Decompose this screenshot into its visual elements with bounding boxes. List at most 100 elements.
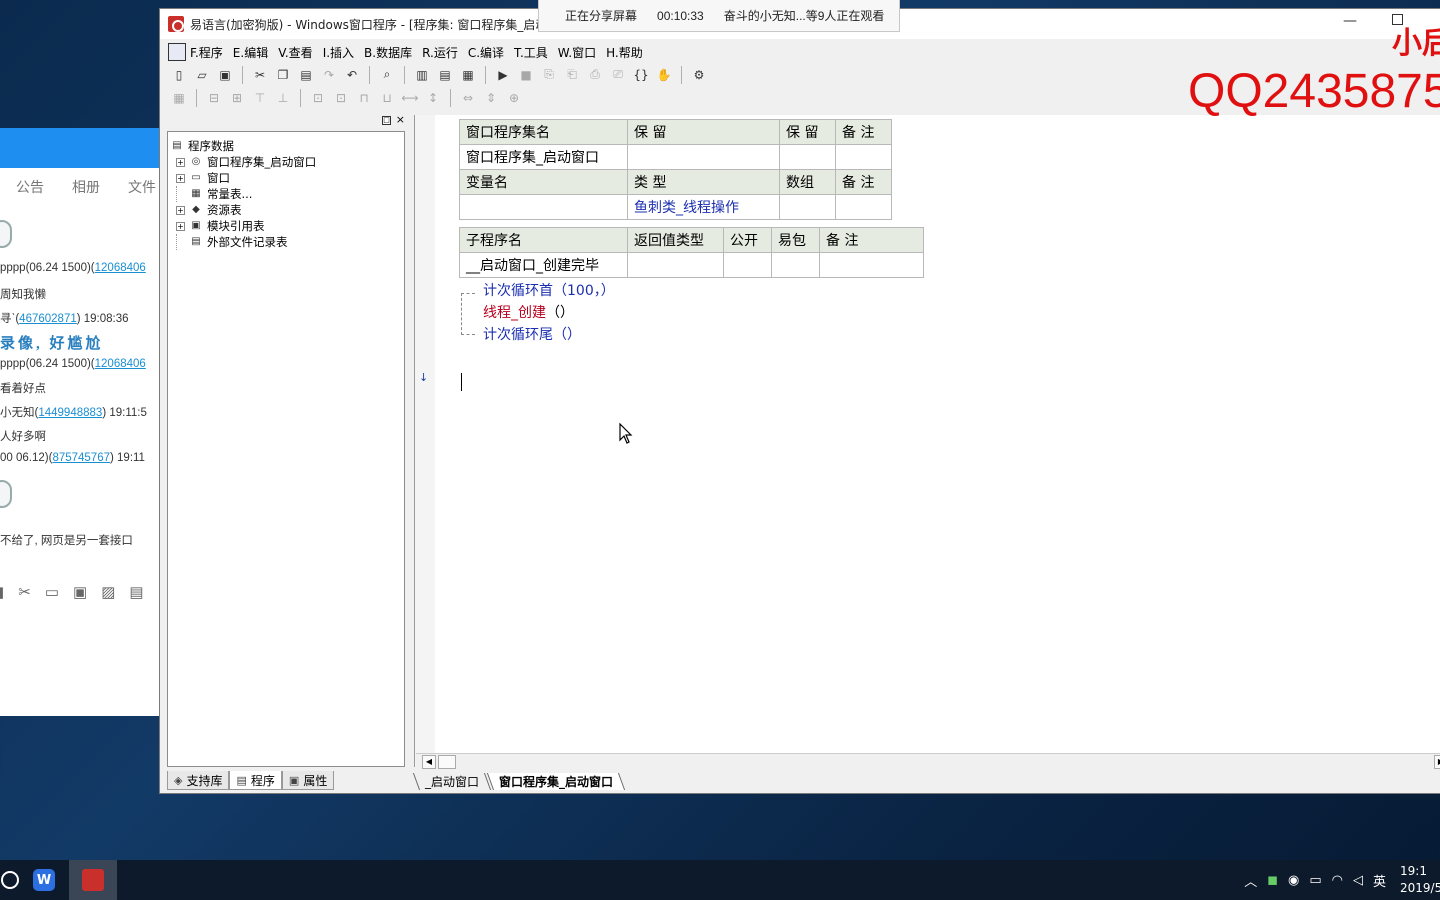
breakpoint-icon[interactable]: {}	[632, 66, 650, 84]
image-icon[interactable]: ▨	[101, 583, 115, 601]
find-icon[interactable]: ⌕	[378, 66, 396, 84]
resize-both-icon[interactable]: ⊕	[505, 89, 523, 107]
minimize-icon[interactable]: —	[1343, 13, 1357, 29]
tree-item[interactable]: + ◆ 资源表	[168, 202, 404, 218]
pin-icon[interactable]: □	[382, 116, 391, 125]
menu-tools[interactable]: T.工具	[514, 44, 548, 61]
security-icon[interactable]: ◼	[1267, 873, 1278, 888]
tab-support-library[interactable]: ◈ 支持库	[167, 771, 230, 790]
chevron-up-icon[interactable]: ︿	[1244, 871, 1257, 890]
chat-sender-qq-link[interactable]: 875745767	[52, 452, 110, 464]
chat-sender-qq-link[interactable]: 467602871	[19, 313, 77, 325]
var-notes-cell[interactable]	[835, 194, 892, 220]
align-top-icon[interactable]: ⊤	[251, 89, 269, 107]
screen-share-banner[interactable]: 正在分享屏幕 00:10:33 奋斗的小无知...等9人正在观看	[538, 0, 900, 32]
tree-item[interactable]: + ◎ 窗口程序集_启动窗口	[168, 154, 404, 170]
taskbar-app-wps[interactable]: W	[20, 860, 68, 900]
chat-sender-qq-link[interactable]: 1449948883	[38, 407, 102, 419]
align-left-icon[interactable]: ⊟	[205, 89, 223, 107]
tab-program[interactable]: ▤ 程序	[229, 771, 282, 790]
qq-tab-files[interactable]: 文件	[128, 177, 156, 197]
layout-3-icon[interactable]: ▦	[459, 66, 477, 84]
align-bottom-icon[interactable]: ⊥	[274, 89, 292, 107]
qq-tab-album[interactable]: 相册	[72, 177, 100, 197]
spacing-v-icon[interactable]: ↕	[424, 89, 442, 107]
same-width-icon[interactable]: ⊓	[355, 89, 373, 107]
sub-cell[interactable]	[723, 252, 772, 278]
code-editor[interactable]: ↓ 窗口程序集名 保 留 保 留 备 注 窗口程序集_启动窗口 变量名 类 型 …	[414, 115, 1440, 767]
chat-sender-qq-link[interactable]: 12068406	[95, 262, 146, 274]
copy-icon[interactable]: ❐	[274, 66, 292, 84]
scroll-left-icon[interactable]: ◀	[422, 755, 436, 769]
assembly-cell[interactable]	[835, 144, 892, 170]
input-language[interactable]: 英	[1373, 871, 1386, 890]
layout-1-icon[interactable]: ▥	[413, 66, 431, 84]
menu-view[interactable]: V.查看	[278, 44, 312, 61]
menu-help[interactable]: H.帮助	[606, 44, 643, 61]
assembly-cell[interactable]	[627, 144, 780, 170]
sub-cell[interactable]	[819, 252, 924, 278]
assembly-cell[interactable]	[779, 144, 836, 170]
resize-h-icon[interactable]: ⇕	[482, 89, 500, 107]
save-icon[interactable]: ▣	[216, 66, 234, 84]
tree-item[interactable]: ▤ 外部文件记录表	[168, 234, 404, 250]
menu-program[interactable]: F.程序	[190, 44, 223, 61]
spacing-h-icon[interactable]: ⟷	[401, 89, 419, 107]
tree-item[interactable]: + ▣ 模块引用表	[168, 218, 404, 234]
build-icon[interactable]: ⚙	[690, 66, 708, 84]
menu-database[interactable]: B.数据库	[364, 44, 412, 61]
folder-icon[interactable]: ▭	[45, 583, 59, 601]
sub-cell[interactable]	[771, 252, 820, 278]
stop-icon[interactable]: ■	[517, 66, 535, 84]
scroll-right-icon[interactable]: ▶	[1434, 755, 1440, 769]
qq-icon[interactable]: ◉	[1288, 873, 1299, 888]
step-3-icon[interactable]: ⎙	[586, 66, 604, 84]
sub-name-cell[interactable]: __启动窗口_创建完毕	[459, 252, 628, 278]
chat-sender-qq-link[interactable]: 12068406	[95, 358, 146, 370]
resize-w-icon[interactable]: ⇔	[459, 89, 477, 107]
avatar[interactable]	[0, 220, 12, 248]
code-line[interactable]: 线程_创建 （）	[461, 301, 615, 323]
close-icon[interactable]: ×	[396, 113, 405, 126]
menu-run[interactable]: R.运行	[422, 44, 458, 61]
paste-icon[interactable]: ▤	[297, 66, 315, 84]
open-folder-icon[interactable]: ▱	[193, 66, 211, 84]
app-icon[interactable]: ▣	[73, 583, 87, 601]
scrollbar-thumb[interactable]	[438, 755, 456, 769]
expand-icon[interactable]: +	[176, 157, 185, 167]
center-v-icon[interactable]: ⊡	[332, 89, 350, 107]
code-line[interactable]: 计次循环尾 （）	[461, 323, 615, 345]
expand-icon[interactable]: +	[176, 205, 185, 215]
video-icon[interactable]: ▮	[0, 583, 4, 601]
same-height-icon[interactable]: ⊔	[378, 89, 396, 107]
code-line[interactable]: 计次循环首 （100，）	[461, 279, 615, 301]
redo-icon[interactable]: ↷	[320, 66, 338, 84]
menu-edit[interactable]: E.编辑	[233, 44, 268, 61]
var-array-cell[interactable]	[779, 194, 836, 220]
wifi-icon[interactable]: ◠	[1332, 873, 1343, 888]
var-type-cell[interactable]: 鱼刺类_线程操作	[627, 194, 780, 220]
qq-tab-announcement[interactable]: 公告	[16, 177, 44, 197]
menu-window[interactable]: W.窗口	[558, 44, 596, 61]
menu-compile[interactable]: C.编译	[468, 44, 504, 61]
layout-2-icon[interactable]: ▤	[436, 66, 454, 84]
var-name-cell[interactable]	[459, 194, 628, 220]
battery-icon[interactable]: ▭	[1309, 873, 1321, 888]
share-viewers[interactable]: 奋斗的小无知...等9人正在观看	[724, 7, 885, 24]
tree-item[interactable]: ▦ 常量表...	[168, 186, 404, 202]
horizontal-scrollbar[interactable]: ◀ ▶	[416, 753, 1440, 769]
assembly-name-cell[interactable]: 窗口程序集_启动窗口	[459, 144, 628, 170]
expand-icon[interactable]: +	[176, 221, 185, 231]
step-4-icon[interactable]: ⎚	[609, 66, 627, 84]
scissors-icon[interactable]: ✂	[18, 583, 31, 601]
clock[interactable]: 19:1 2019/5	[1400, 863, 1440, 897]
run-icon[interactable]: ▶	[494, 66, 512, 84]
expand-icon[interactable]: +	[176, 173, 185, 183]
sub-cell[interactable]	[627, 252, 724, 278]
step-1-icon[interactable]: ⎘	[540, 66, 558, 84]
tree-root[interactable]: ▤ 程序数据	[168, 138, 404, 154]
avatar[interactable]	[0, 480, 12, 508]
hand-icon[interactable]: ✋	[655, 66, 673, 84]
tree-item[interactable]: + ▭ 窗口	[168, 170, 404, 186]
new-file-icon[interactable]: ▯	[170, 66, 188, 84]
